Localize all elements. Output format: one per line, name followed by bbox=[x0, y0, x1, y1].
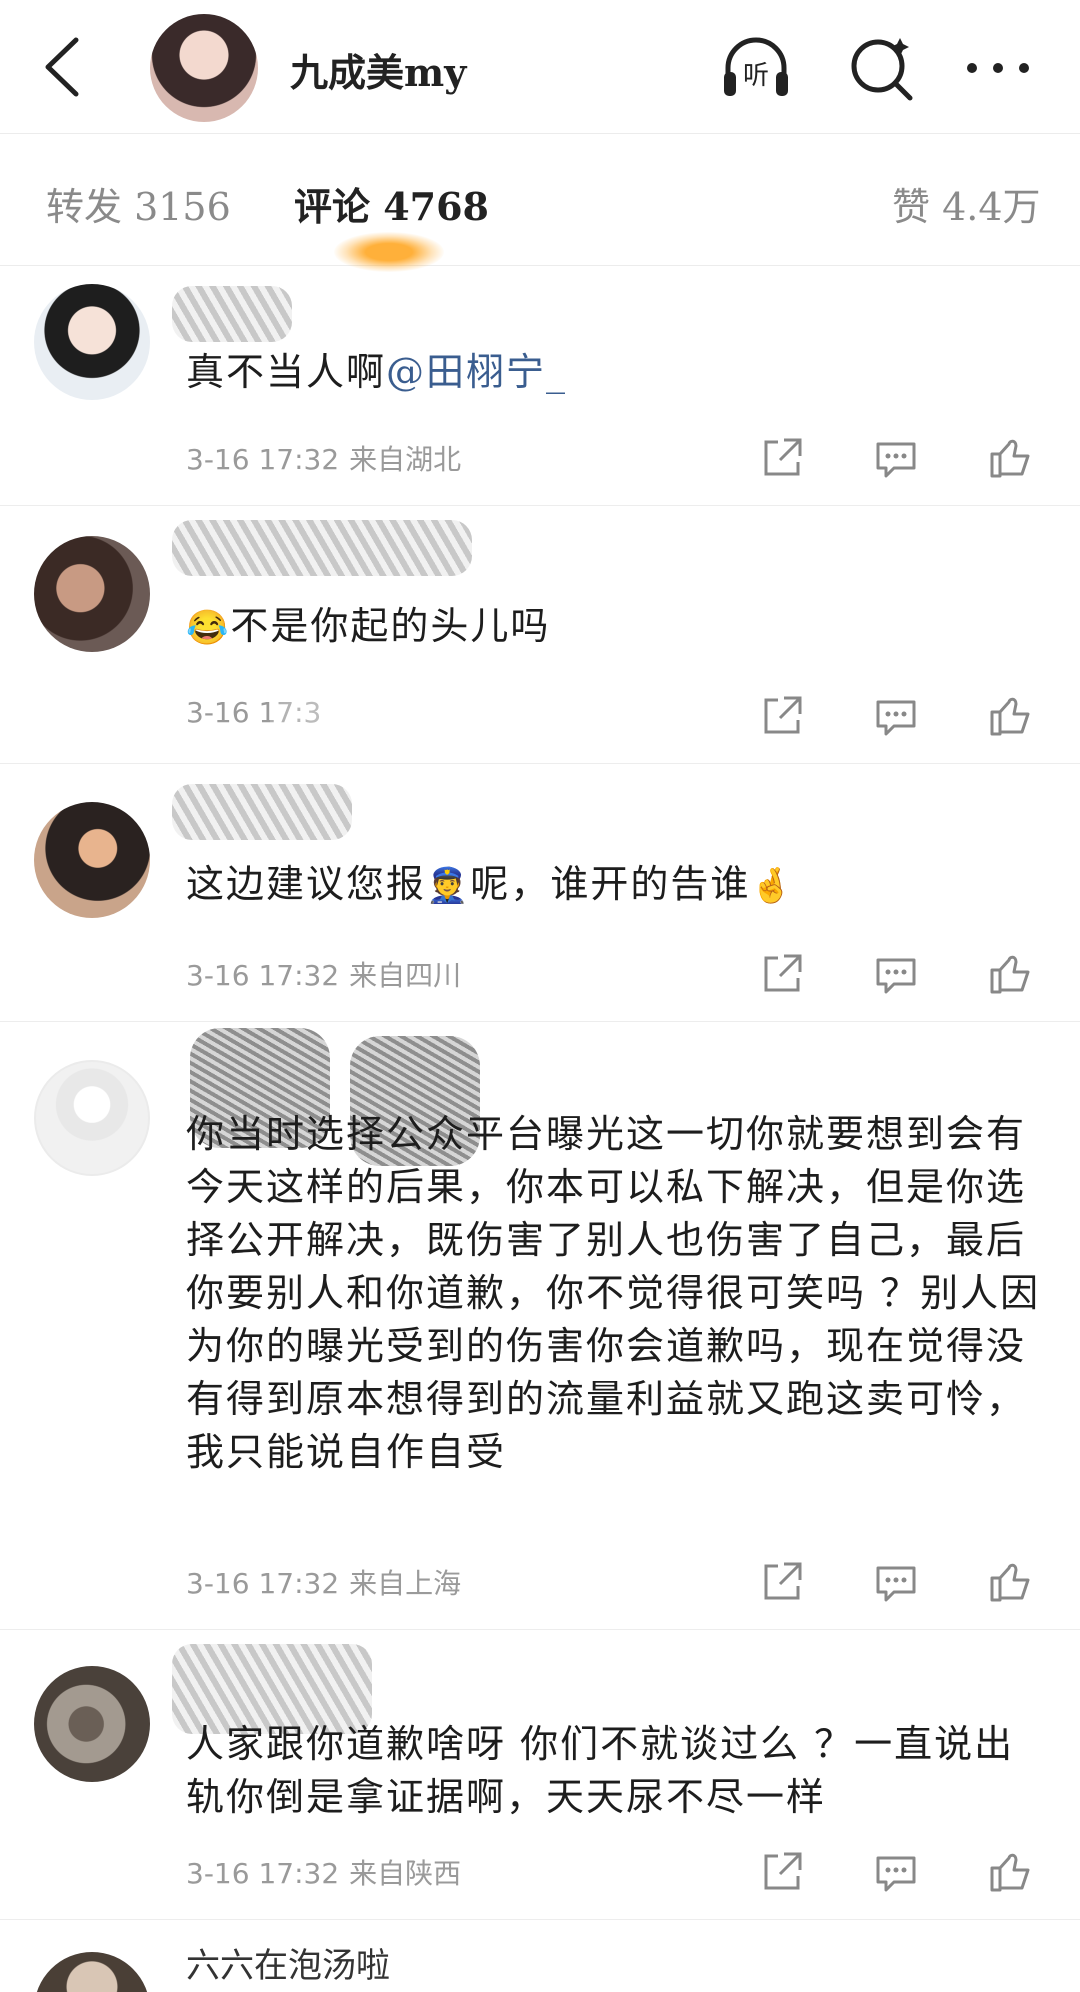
comment-meta: 3-16 17:32 来自四川 bbox=[186, 954, 461, 994]
share-icon[interactable] bbox=[758, 1558, 806, 1606]
listen-icon[interactable]: 听 bbox=[720, 32, 792, 104]
blurred-username bbox=[172, 784, 352, 840]
avatar[interactable] bbox=[34, 536, 150, 652]
comment-icon[interactable] bbox=[872, 692, 920, 740]
comment-date: 3-16 17:32 bbox=[186, 1567, 340, 1600]
comment-date: 3-16 17:32 bbox=[186, 959, 340, 992]
comment-text-part: 呢，谁开的告谁 bbox=[470, 862, 751, 906]
emoji-fingers-crossed: 🤞 bbox=[750, 866, 795, 906]
blur-overlay bbox=[270, 694, 500, 734]
emoji-laugh: 😂 bbox=[186, 608, 231, 648]
avatar[interactable] bbox=[150, 14, 258, 122]
more-icon[interactable] bbox=[962, 32, 1034, 104]
page-title[interactable]: 九成美my bbox=[290, 42, 466, 97]
comment-icon[interactable] bbox=[872, 1848, 920, 1896]
comment-text-part: 不是你起的头儿吗 bbox=[230, 604, 551, 648]
comment-icon[interactable] bbox=[872, 950, 920, 998]
comment-location: 来自上海 bbox=[349, 1567, 462, 1600]
like-icon[interactable] bbox=[986, 1558, 1034, 1606]
comment-text: 人家跟你道歉啥呀 你们不就谈过么 ？一直说出轨你倒是拿证据啊，天天尿不尽一样 bbox=[186, 1722, 1015, 1819]
share-icon[interactable] bbox=[758, 1848, 806, 1896]
avatar[interactable] bbox=[34, 284, 150, 400]
comment-meta: 3-16 17:32 来自陕西 bbox=[186, 1852, 461, 1892]
comment-item: 人家跟你道歉啥呀 你们不就谈过么 ？一直说出轨你倒是拿证据啊，天天尿不尽一样 3… bbox=[0, 1630, 1080, 1920]
comment-location: 来自湖北 bbox=[349, 443, 462, 476]
avatar[interactable] bbox=[34, 1666, 150, 1782]
comment-meta: 3-16 17:32 来自湖北 bbox=[186, 438, 461, 478]
comment-icon[interactable] bbox=[872, 434, 920, 482]
mention-link[interactable]: @田栩宁_ bbox=[386, 350, 567, 394]
like-icon[interactable] bbox=[986, 692, 1034, 740]
like-icon[interactable] bbox=[986, 950, 1034, 998]
back-icon[interactable] bbox=[38, 34, 88, 100]
listen-label: 听 bbox=[743, 61, 769, 91]
like-icon[interactable] bbox=[986, 1848, 1034, 1896]
top-bar: 九成美my 听 bbox=[0, 0, 1080, 134]
share-icon[interactable] bbox=[758, 692, 806, 740]
comment-text: 你当时选择公众平台曝光这一切你就要想到会有今天这样的后果，你本可以私下解决，但是… bbox=[186, 1112, 1041, 1474]
blurred-username bbox=[172, 520, 472, 576]
tab-comments[interactable]: 评论 4768 bbox=[294, 176, 489, 231]
tab-bar: 转发 3156 评论 4768 赞 4.4万 bbox=[0, 134, 1080, 266]
comment-item: 😂不是你起的头儿吗 3-16 17:3 bbox=[0, 506, 1080, 764]
avatar[interactable] bbox=[34, 1060, 150, 1176]
comment-text-part: 这边建议您报 bbox=[186, 862, 427, 906]
comment-item: 真不当人啊@田栩宁_ 3-16 17:32 来自湖北 bbox=[0, 266, 1080, 506]
search-icon[interactable] bbox=[846, 32, 918, 104]
comment-date: 3-16 17:32 bbox=[186, 1857, 340, 1890]
comment-text-part: 真不当人啊 bbox=[186, 350, 387, 394]
share-icon[interactable] bbox=[758, 950, 806, 998]
comment-item: 这边建议您报👮呢，谁开的告谁🤞 3-16 17:32 来自四川 bbox=[0, 764, 1080, 1022]
emoji-police: 👮 bbox=[426, 866, 471, 906]
avatar[interactable] bbox=[34, 802, 150, 918]
comment-item: 六六在泡汤啦 bbox=[0, 1920, 1080, 1992]
comment-username[interactable]: 六六在泡汤啦 bbox=[186, 1938, 390, 1987]
comment-text: 这边建议您报👮呢，谁开的告谁🤞 bbox=[186, 858, 1046, 913]
tab-likes[interactable]: 赞 4.4万 bbox=[892, 176, 1041, 231]
like-icon[interactable] bbox=[986, 434, 1034, 482]
comment-text: 真不当人啊@田栩宁_ bbox=[186, 346, 1046, 399]
tab-reposts[interactable]: 转发 3156 bbox=[46, 176, 231, 231]
comment-icon[interactable] bbox=[872, 1558, 920, 1606]
comment-text: 😂不是你起的头儿吗 bbox=[186, 600, 1046, 655]
comment-location: 来自四川 bbox=[349, 959, 462, 992]
comment-meta: 3-16 17:32 来自上海 bbox=[186, 1562, 461, 1602]
comment-item: 你当时选择公众平台曝光这一切你就要想到会有今天这样的后果，你本可以私下解决，但是… bbox=[0, 1022, 1080, 1630]
blurred-username bbox=[172, 286, 292, 342]
comment-date: 3-16 17:32 bbox=[186, 443, 340, 476]
comment-location: 来自陕西 bbox=[349, 1857, 462, 1890]
share-icon[interactable] bbox=[758, 434, 806, 482]
avatar[interactable] bbox=[34, 1952, 150, 1992]
